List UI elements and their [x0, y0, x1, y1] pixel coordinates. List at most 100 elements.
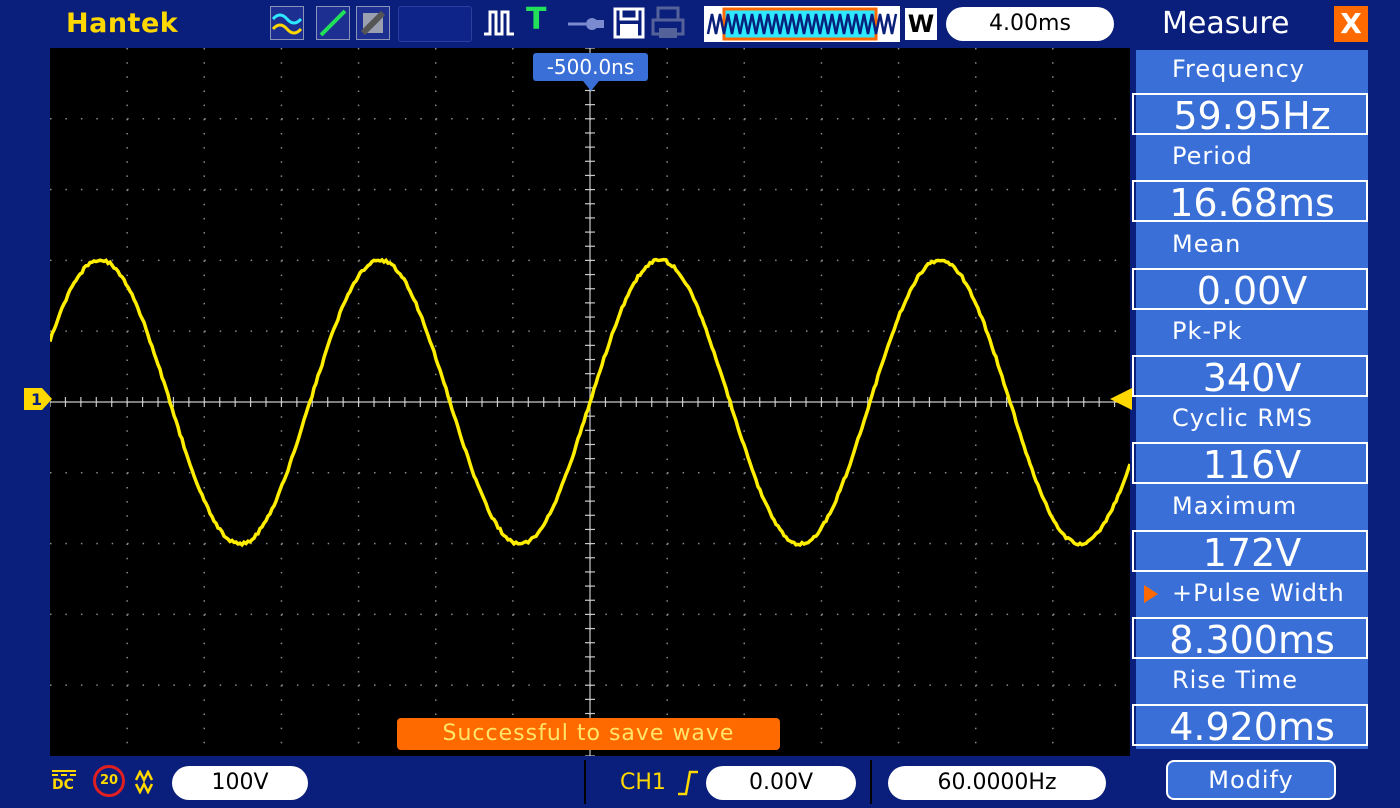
grid-dot	[204, 374, 206, 376]
trigger-level-marker[interactable]	[1110, 388, 1132, 410]
grid-dot	[821, 189, 823, 191]
grid-dot	[945, 472, 947, 474]
measure-label[interactable]: +Pulse Width	[1136, 574, 1368, 618]
bandwidth-limit-icon[interactable]: 20	[93, 765, 125, 797]
grid-dot	[744, 459, 746, 461]
grid-dot	[126, 374, 128, 376]
grid-dot	[666, 643, 668, 645]
grid-dot	[729, 330, 731, 332]
trigger-level-readout[interactable]: 0.00V	[706, 766, 856, 800]
grid-dot	[821, 345, 823, 347]
grid-dot	[898, 529, 900, 531]
grid-dot	[96, 330, 98, 332]
grid-dot	[158, 472, 160, 474]
measure-label[interactable]: Mean	[1136, 225, 1368, 269]
window-W-badge[interactable]: W	[905, 8, 937, 40]
grid-dot	[991, 684, 993, 686]
persist-mode-icon[interactable]	[356, 6, 390, 40]
grid-dot	[666, 105, 668, 107]
grid-dot	[666, 671, 668, 673]
wave-mode-icon[interactable]	[270, 6, 304, 40]
grid-dot	[512, 529, 514, 531]
grid-dot	[512, 105, 514, 107]
measure-label[interactable]: Cyclic RMS	[1136, 399, 1368, 443]
scope-screen[interactable]	[50, 48, 1130, 756]
pulse-icon[interactable]	[482, 6, 516, 40]
probe-icon[interactable]	[566, 6, 606, 40]
grid-dot	[126, 175, 128, 177]
grid-dot	[1022, 684, 1024, 686]
grid-dot	[666, 76, 668, 78]
ch1-level-marker[interactable]: 1	[24, 388, 52, 410]
grid-dot	[512, 600, 514, 602]
grid-dot	[1099, 260, 1101, 262]
grid-dot	[636, 614, 638, 616]
grid-dot	[975, 459, 977, 461]
grid-dot	[744, 558, 746, 560]
grid-dot	[821, 699, 823, 701]
measure-label[interactable]: Maximum	[1136, 487, 1368, 531]
grid-dot	[436, 543, 438, 545]
grid-dot	[204, 232, 206, 234]
grid-dot	[451, 543, 453, 545]
grid-dot	[451, 614, 453, 616]
grid-dot	[204, 118, 206, 120]
grid-dot	[126, 133, 128, 135]
grid-dot	[821, 643, 823, 645]
grid-dot	[837, 684, 839, 686]
dc-coupling-icon[interactable]: DC	[52, 770, 76, 792]
grid-dot	[281, 671, 283, 673]
grid-dot	[975, 742, 977, 744]
grid-dot	[945, 118, 947, 120]
measure-label[interactable]: Rise Time	[1136, 661, 1368, 705]
grid-dot	[96, 684, 98, 686]
grid-dot	[837, 543, 839, 545]
grid-dot	[204, 572, 206, 574]
ch1-volts-div-readout[interactable]: 100V	[172, 766, 308, 800]
grid-dot	[898, 501, 900, 503]
close-button[interactable]: X	[1334, 6, 1368, 42]
grid-dot	[666, 133, 668, 135]
grid-dot	[821, 105, 823, 107]
grid-dot	[436, 614, 438, 616]
grid-dot	[50, 543, 52, 545]
waveform-zoom-icon[interactable]	[704, 6, 900, 42]
invert-icon[interactable]	[134, 770, 164, 794]
grid-dot	[899, 189, 901, 191]
grid-dot	[281, 558, 283, 560]
grid-dot	[744, 614, 746, 616]
grid-dot	[976, 472, 978, 474]
grid-dot	[281, 360, 283, 362]
grid-dot	[929, 330, 931, 332]
grid-dot	[50, 118, 52, 120]
timebase-readout[interactable]: 4.00ms	[946, 7, 1114, 41]
grid-dot	[898, 62, 900, 64]
grid-dot	[482, 260, 484, 262]
measure-label[interactable]: Frequency	[1136, 50, 1368, 94]
grid-dot	[81, 684, 83, 686]
modify-button[interactable]: Modify	[1166, 760, 1336, 800]
grid-dot	[899, 543, 901, 545]
grid-dot	[358, 629, 360, 631]
grid-dot	[821, 629, 823, 631]
grid-dot	[899, 614, 901, 616]
grid-dot	[1068, 472, 1070, 474]
grid-dot	[898, 629, 900, 631]
measure-label[interactable]: Pk-Pk	[1136, 312, 1368, 356]
print-icon[interactable]	[650, 6, 686, 40]
grid-dot	[405, 260, 407, 262]
rising-edge-icon[interactable]	[676, 770, 700, 796]
trigger-position-label[interactable]: -500.0ns	[533, 53, 648, 81]
grid-dot	[436, 472, 438, 474]
save-icon[interactable]	[612, 6, 646, 40]
line-mode-icon[interactable]	[316, 6, 350, 40]
grid-dot	[359, 543, 361, 545]
grid-dot	[698, 684, 700, 686]
grid-dot	[435, 445, 437, 447]
grid-dot	[358, 657, 360, 659]
grid-dot	[744, 643, 746, 645]
grid-dot	[281, 204, 283, 206]
grid-dot	[821, 600, 823, 602]
measure-label[interactable]: Period	[1136, 137, 1368, 181]
trigger-T-icon[interactable]: T	[526, 2, 546, 37]
